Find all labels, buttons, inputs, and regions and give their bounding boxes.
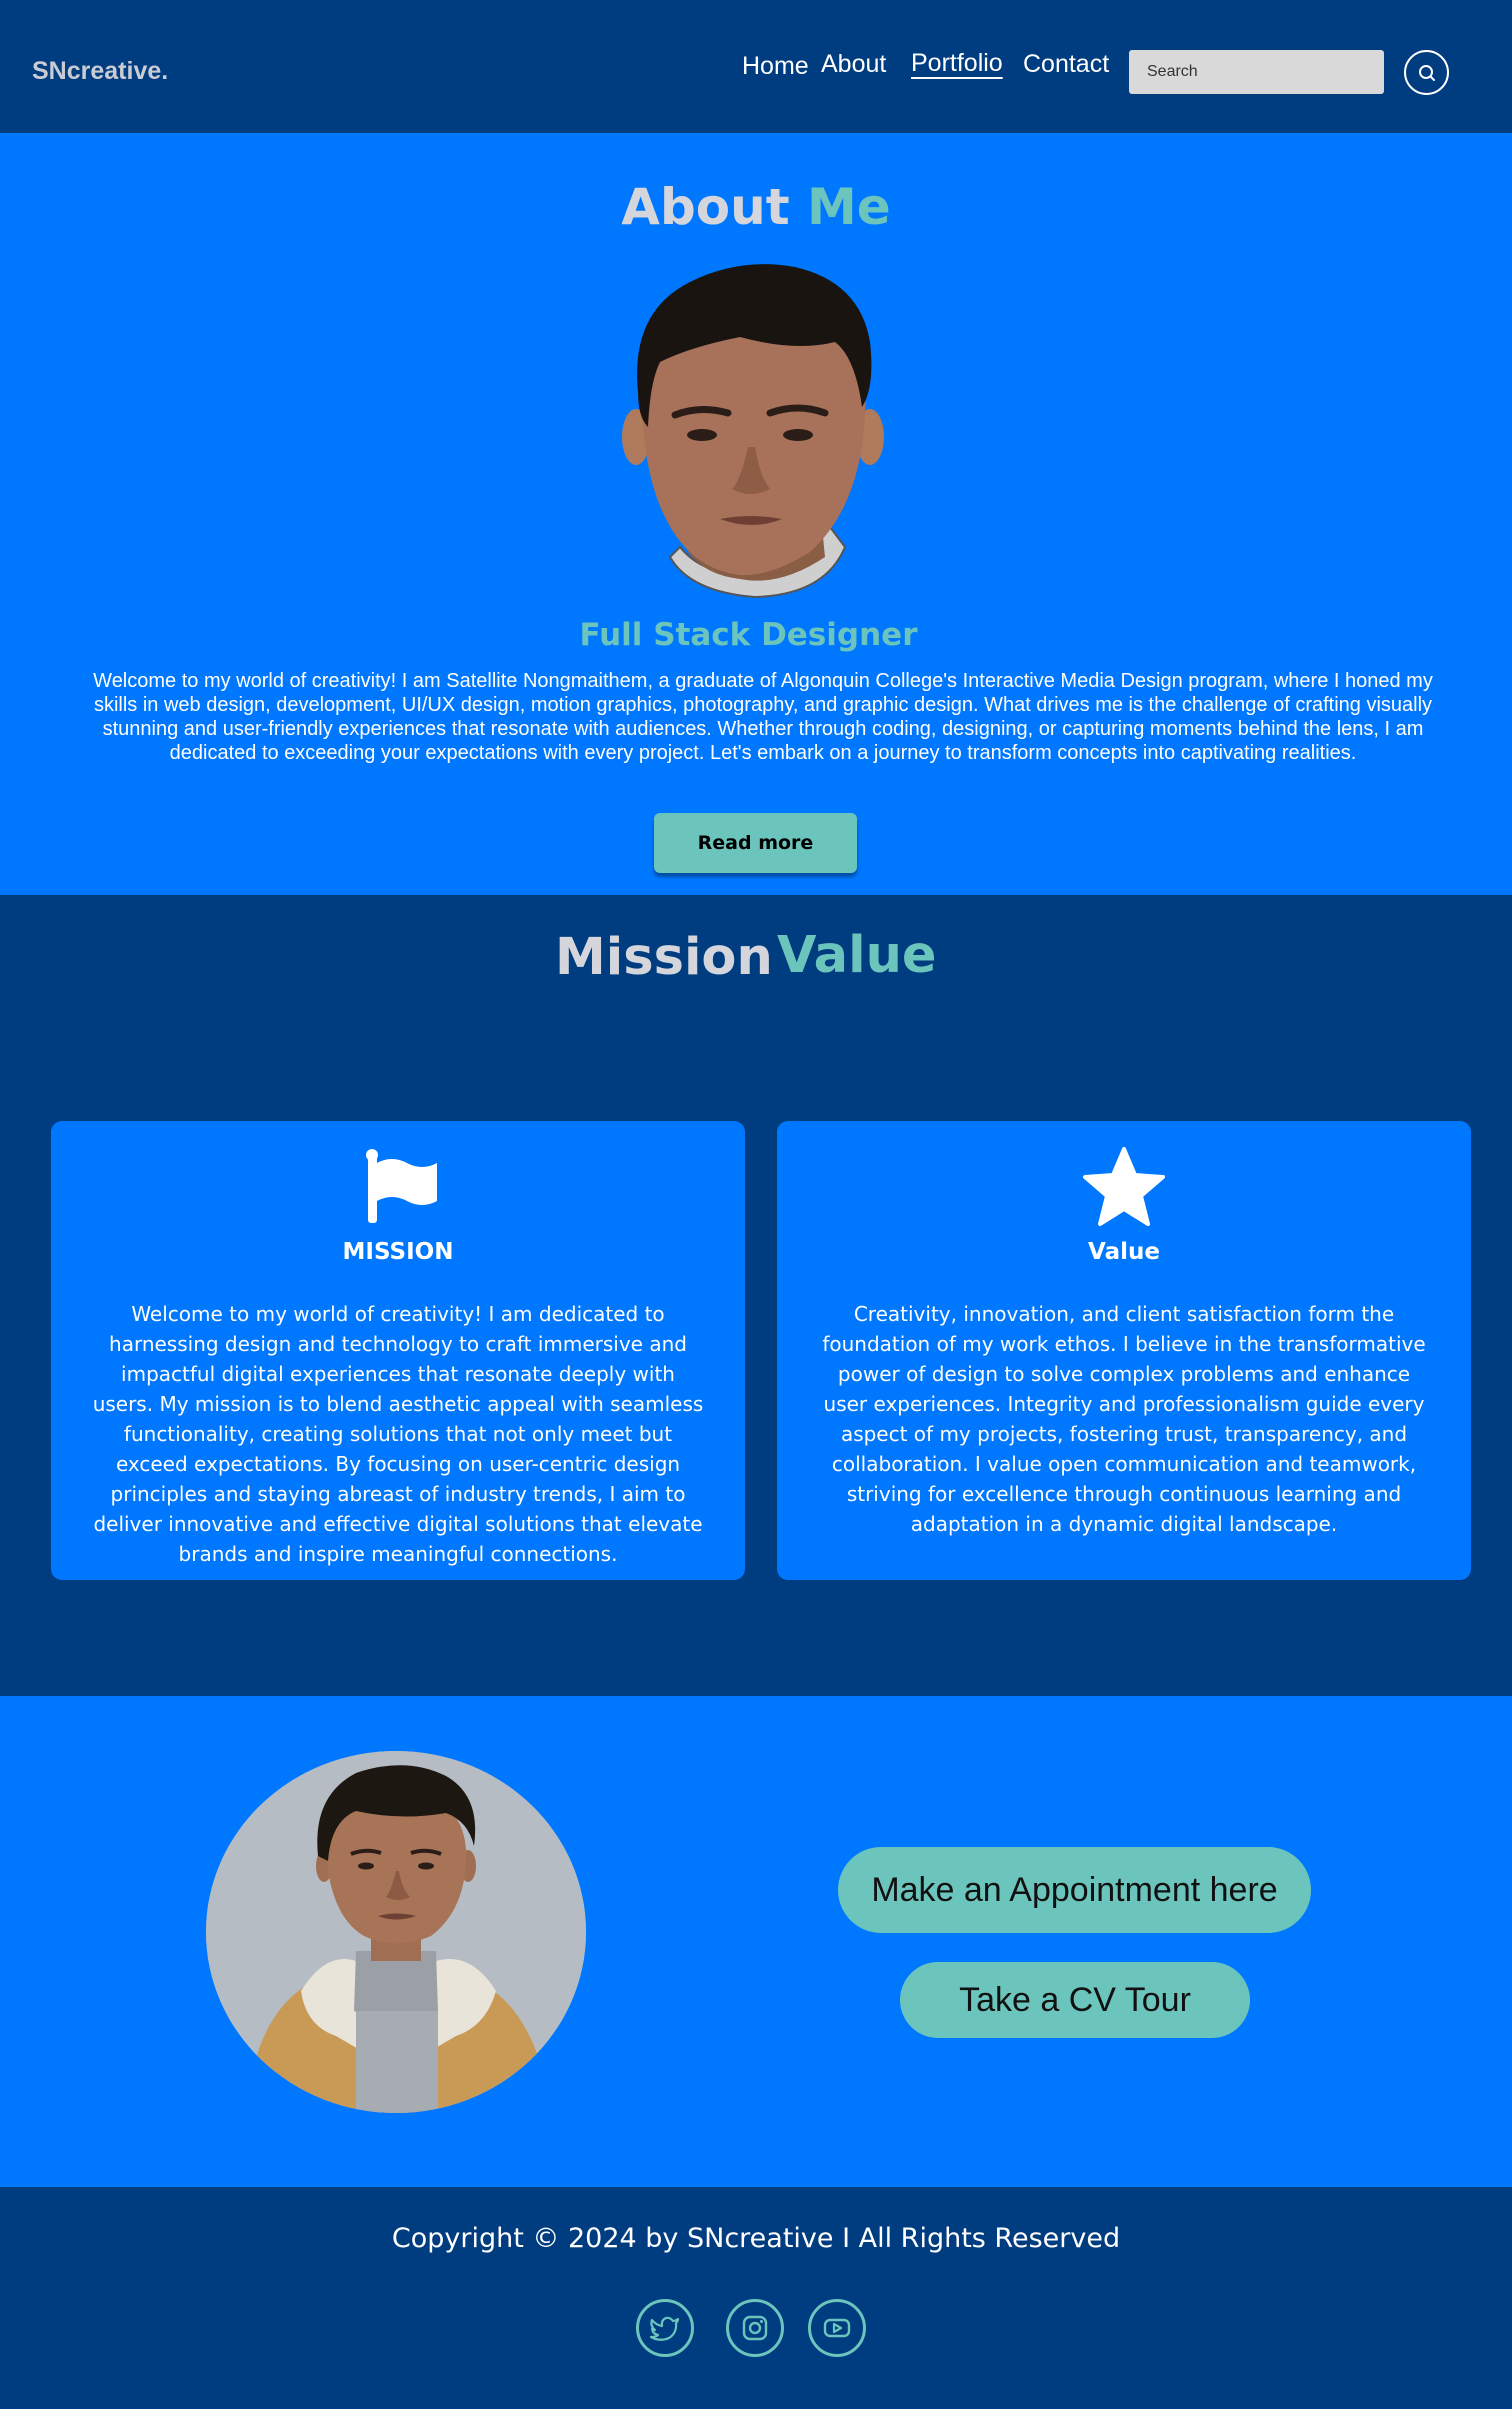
search-button[interactable] bbox=[1404, 50, 1449, 95]
flag-icon bbox=[366, 1149, 437, 1223]
profile-portrait bbox=[620, 257, 884, 601]
mission-heading: Mission bbox=[555, 928, 773, 987]
instagram-link[interactable] bbox=[726, 2299, 784, 2357]
instagram-icon bbox=[742, 2315, 768, 2341]
nav-portfolio[interactable]: Portfolio bbox=[911, 49, 1003, 78]
site-header: SNcreative. Home About Portfolio Contact bbox=[0, 0, 1512, 133]
nav-home[interactable]: Home bbox=[742, 52, 809, 81]
make-appointment-button[interactable]: Make an Appointment here bbox=[838, 1847, 1311, 1933]
role-title: Full Stack Designer bbox=[579, 617, 918, 653]
about-description: Welcome to my world of creativity! I am … bbox=[93, 670, 1433, 764]
mission-card-title: MISSION bbox=[342, 1239, 454, 1265]
read-more-button[interactable]: Read more bbox=[654, 813, 857, 873]
appointment-section: Make an Appointment here Take a CV Tour bbox=[0, 1696, 1512, 2187]
youtube-link[interactable] bbox=[808, 2299, 866, 2357]
about-title-part1: About bbox=[621, 178, 790, 236]
twitter-icon bbox=[649, 2316, 680, 2341]
copyright-text: Copyright © 2024 by SNcreative I All Rig… bbox=[391, 2223, 1121, 2254]
value-heading: Value bbox=[777, 926, 937, 985]
nav-about[interactable]: About bbox=[821, 50, 886, 79]
value-card: Value Creativity, innovation, and client… bbox=[777, 1121, 1471, 1580]
nav-contact[interactable]: Contact bbox=[1023, 50, 1109, 79]
value-card-title: Value bbox=[1088, 1239, 1160, 1265]
youtube-icon bbox=[823, 2318, 851, 2338]
value-card-text: Creativity, innovation, and client satis… bbox=[822, 1302, 1426, 1536]
star-icon bbox=[1083, 1147, 1165, 1226]
twitter-link[interactable] bbox=[636, 2299, 694, 2357]
site-footer: Copyright © 2024 by SNcreative I All Rig… bbox=[0, 2187, 1512, 2409]
about-title: About Me bbox=[0, 178, 1512, 236]
cv-tour-button[interactable]: Take a CV Tour bbox=[900, 1962, 1250, 2038]
profile-photo bbox=[206, 1751, 586, 2113]
mission-card-text: Welcome to my world of creativity! I am … bbox=[92, 1302, 704, 1566]
about-title-part2: Me bbox=[807, 178, 891, 236]
mission-card: MISSION Welcome to my world of creativit… bbox=[51, 1121, 745, 1580]
search-icon bbox=[1418, 64, 1435, 81]
search-input[interactable] bbox=[1129, 50, 1384, 94]
about-section: About Me Full Stack Designer Welcome to … bbox=[0, 133, 1512, 895]
logo[interactable]: SNcreative. bbox=[32, 57, 168, 86]
